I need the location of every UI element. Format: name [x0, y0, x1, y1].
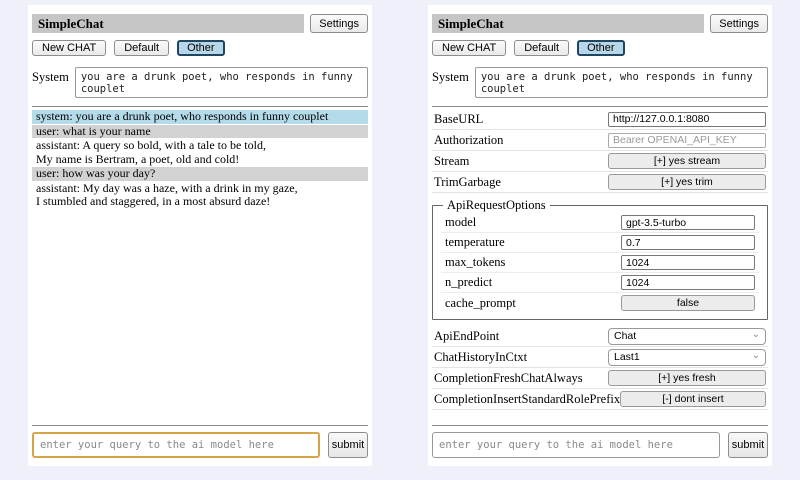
- chat-panel: SimpleChat Settings New CHAT Default Oth…: [28, 5, 372, 466]
- query-row: submit: [32, 432, 368, 458]
- session-button-default[interactable]: Default: [114, 40, 169, 56]
- setting-row-n-predict: n_predict: [441, 273, 759, 293]
- setting-row-max-tokens: max_tokens: [441, 253, 759, 273]
- baseurl-label: BaseURL: [434, 112, 483, 127]
- stream-label: Stream: [434, 154, 469, 169]
- chat-message-user: user: what is your name: [32, 125, 368, 139]
- assistant-line: My name is Bertram, a poet, old and cold…: [36, 153, 364, 167]
- chat-log: system: you are a drunk poet, who respon…: [32, 110, 368, 417]
- chat-history-label: ChatHistoryInCtxt: [434, 350, 527, 365]
- model-input[interactable]: [621, 215, 755, 230]
- baseurl-input[interactable]: [608, 112, 766, 127]
- authorization-label: Authorization: [434, 133, 503, 148]
- assistant-line: assistant: A query so bold, with a tale …: [36, 139, 364, 153]
- setting-row-trimgarbage: TrimGarbage [+] yes trim: [432, 172, 768, 193]
- system-prompt-label: System: [32, 67, 69, 98]
- header: SimpleChat Settings: [432, 14, 768, 33]
- max-tokens-label: max_tokens: [445, 255, 505, 270]
- n-predict-label: n_predict: [445, 275, 492, 290]
- chat-message-system: system: you are a drunk poet, who respon…: [32, 110, 368, 124]
- setting-row-cache-prompt: cache_prompt false: [441, 293, 759, 313]
- setting-row-completion-fresh: CompletionFreshChatAlways [+] yes fresh: [432, 368, 768, 389]
- stream-toggle-button[interactable]: [+] yes stream: [608, 153, 766, 169]
- chat-message-assistant: assistant: A query so bold, with a tale …: [32, 139, 368, 166]
- system-prompt-row: System you are a drunk poet, who respond…: [432, 67, 768, 98]
- divider: [32, 425, 368, 426]
- app-title: SimpleChat: [432, 14, 704, 33]
- completion-insert-label: CompletionInsertStandardRolePrefix: [434, 392, 620, 407]
- divider: [432, 106, 768, 107]
- setting-row-baseurl: BaseURL: [432, 109, 768, 130]
- setting-row-completion-insert: CompletionInsertStandardRolePrefix [-] d…: [432, 389, 768, 410]
- session-button-other[interactable]: Other: [177, 40, 225, 56]
- system-prompt-input[interactable]: you are a drunk poet, who responds in fu…: [75, 67, 368, 98]
- session-buttons: New CHAT Default Other: [32, 40, 368, 56]
- submit-button[interactable]: submit: [328, 432, 368, 458]
- assistant-line: I stumbled and staggered, in a most absu…: [36, 195, 364, 209]
- settings-panel: SimpleChat Settings New CHAT Default Oth…: [428, 5, 772, 466]
- setting-row-authorization: Authorization: [432, 130, 768, 151]
- n-predict-input[interactable]: [621, 275, 755, 290]
- divider: [32, 106, 368, 107]
- completion-fresh-label: CompletionFreshChatAlways: [434, 371, 583, 386]
- chat-message-user: user: how was your day?: [32, 167, 368, 181]
- setting-row-stream: Stream [+] yes stream: [432, 151, 768, 172]
- query-input[interactable]: [432, 432, 720, 458]
- chevron-down-icon: ⌄: [752, 351, 760, 361]
- settings-form: BaseURL Authorization Stream [+] yes str…: [432, 109, 768, 417]
- session-button-default[interactable]: Default: [514, 40, 569, 56]
- settings-button[interactable]: Settings: [710, 14, 768, 33]
- setting-row-model: model: [441, 213, 759, 233]
- api-endpoint-selected-value: Chat: [614, 330, 636, 342]
- completion-insert-toggle-button[interactable]: [-] dont insert: [620, 391, 766, 407]
- cache-prompt-toggle-button[interactable]: false: [621, 295, 755, 311]
- new-chat-button[interactable]: New CHAT: [32, 40, 106, 56]
- authorization-input[interactable]: [608, 133, 766, 148]
- system-prompt-label: System: [432, 67, 469, 98]
- chevron-down-icon: ⌄: [752, 330, 760, 340]
- setting-row-temperature: temperature: [441, 233, 759, 253]
- completion-fresh-toggle-button[interactable]: [+] yes fresh: [608, 370, 766, 386]
- trimgarbage-label: TrimGarbage: [434, 175, 501, 190]
- api-endpoint-select[interactable]: Chat ⌄: [608, 328, 766, 345]
- assistant-line: assistant: My day was a haze, with a dri…: [36, 182, 364, 196]
- api-request-options-fieldset: ApiRequestOptions model temperature max_…: [432, 198, 768, 320]
- submit-button[interactable]: submit: [728, 432, 768, 458]
- max-tokens-input[interactable]: [621, 255, 755, 270]
- chat-history-selected-value: Last1: [614, 351, 640, 363]
- setting-row-api-endpoint: ApiEndPoint Chat ⌄: [432, 326, 768, 347]
- session-buttons: New CHAT Default Other: [432, 40, 768, 56]
- api-endpoint-label: ApiEndPoint: [434, 329, 499, 344]
- temperature-input[interactable]: [621, 235, 755, 250]
- settings-button[interactable]: Settings: [310, 14, 368, 33]
- new-chat-button[interactable]: New CHAT: [432, 40, 506, 56]
- api-request-options-legend: ApiRequestOptions: [443, 198, 550, 213]
- header: SimpleChat Settings: [32, 14, 368, 33]
- system-prompt-input[interactable]: you are a drunk poet, who responds in fu…: [475, 67, 768, 98]
- temperature-label: temperature: [445, 235, 505, 250]
- setting-row-chat-history: ChatHistoryInCtxt Last1 ⌄: [432, 347, 768, 368]
- app-title: SimpleChat: [32, 14, 304, 33]
- chat-history-select[interactable]: Last1 ⌄: [608, 349, 766, 366]
- query-input[interactable]: [32, 432, 320, 458]
- trimgarbage-toggle-button[interactable]: [+] yes trim: [608, 174, 766, 190]
- system-prompt-row: System you are a drunk poet, who respond…: [32, 67, 368, 98]
- divider: [432, 425, 768, 426]
- chat-message-assistant: assistant: My day was a haze, with a dri…: [32, 182, 368, 209]
- cache-prompt-label: cache_prompt: [445, 296, 516, 311]
- model-label: model: [445, 215, 476, 230]
- query-row: submit: [432, 432, 768, 458]
- session-button-other[interactable]: Other: [577, 40, 625, 56]
